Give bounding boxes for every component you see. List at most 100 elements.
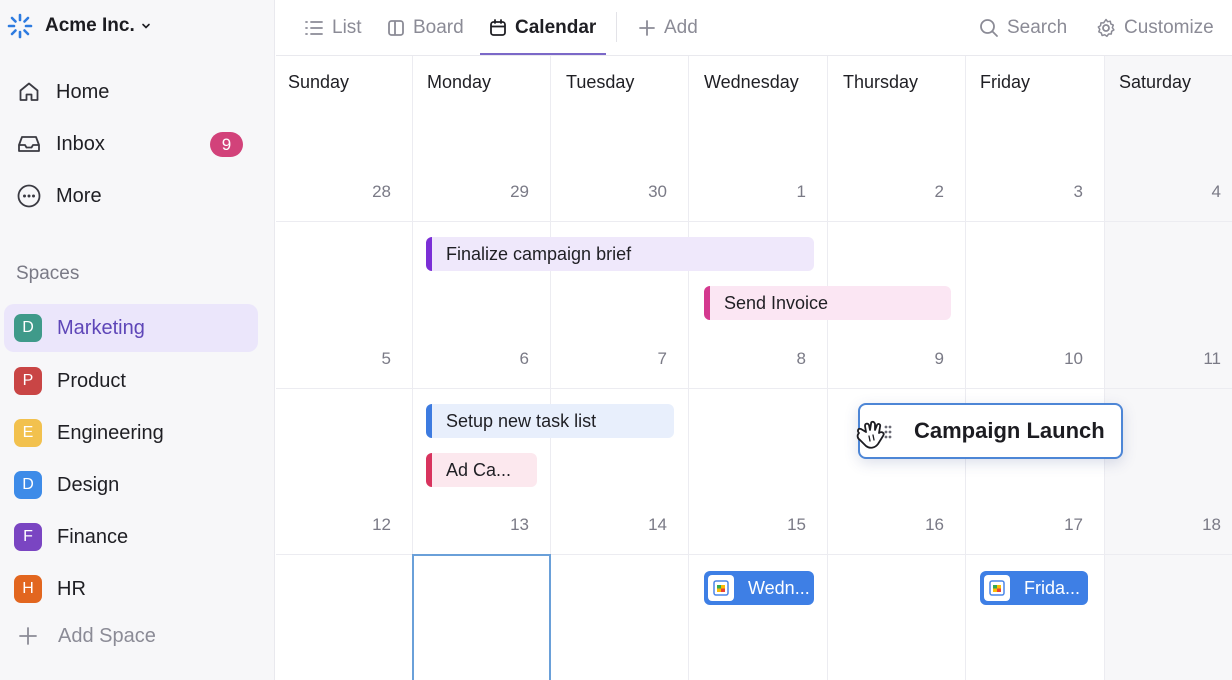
- nav-item-more[interactable]: More: [14, 176, 259, 216]
- add-view-label: Add: [664, 17, 698, 38]
- date-number[interactable]: 3: [1043, 182, 1083, 202]
- event-google-calendar-wednesday[interactable]: Wedn...: [704, 571, 814, 605]
- space-label: Finance: [57, 525, 129, 548]
- gear-icon: [1097, 18, 1115, 38]
- tab-board[interactable]: Board: [387, 0, 464, 56]
- date-number[interactable]: 28: [351, 182, 391, 202]
- date-number[interactable]: 29: [489, 182, 529, 202]
- google-calendar-icon: [984, 575, 1010, 601]
- date-number[interactable]: 30: [627, 182, 667, 202]
- day-header-tuesday: Tuesday: [566, 72, 635, 92]
- space-item-finance[interactable]: F Finance: [4, 513, 258, 561]
- date-number[interactable]: 11: [1181, 349, 1221, 369]
- grab-hand-cursor-icon: [856, 420, 892, 449]
- search-label: Search: [1007, 17, 1068, 38]
- date-number[interactable]: 13: [489, 515, 529, 535]
- event-finalize-campaign-brief[interactable]: Finalize campaign brief: [426, 237, 814, 271]
- calendar-grid: Sunday Monday Tuesday Wednesday Thursday…: [276, 56, 1232, 680]
- tab-list[interactable]: List: [304, 0, 362, 56]
- space-item-product[interactable]: P Product: [4, 357, 258, 405]
- event-title: Frida...: [1024, 577, 1081, 598]
- date-number[interactable]: 16: [904, 515, 944, 535]
- sidebar: Acme Inc. Home Inbox 9 More Spaces D Mar…: [0, 0, 275, 680]
- event-title: Finalize campaign brief: [446, 243, 632, 264]
- day-header-thursday: Thursday: [843, 72, 919, 92]
- tab-label: Calendar: [515, 17, 597, 38]
- date-number[interactable]: 14: [627, 515, 667, 535]
- grid-line: [827, 56, 828, 680]
- chevron-down-icon: [141, 23, 150, 29]
- nav-item-inbox[interactable]: Inbox 9: [14, 124, 259, 164]
- space-item-marketing[interactable]: D Marketing: [4, 304, 258, 352]
- search-button[interactable]: Search: [979, 0, 1067, 56]
- date-number[interactable]: 18: [1181, 515, 1221, 535]
- space-avatar: F: [14, 523, 42, 551]
- date-number[interactable]: 7: [627, 349, 667, 369]
- search-icon: [980, 19, 998, 37]
- space-avatar: E: [14, 419, 42, 447]
- nav-item-home[interactable]: Home: [14, 72, 259, 112]
- space-label: Marketing: [57, 316, 145, 339]
- space-label: Engineering: [57, 421, 164, 444]
- workspace-name: Acme Inc.: [45, 15, 135, 36]
- add-view-button[interactable]: Add: [638, 0, 698, 56]
- toolbar-divider: [616, 12, 617, 42]
- date-number[interactable]: 2: [904, 182, 944, 202]
- grid-line: [276, 221, 1232, 222]
- event-setup-new-task-list[interactable]: Setup new task list: [426, 404, 674, 438]
- workspace-switcher[interactable]: Acme Inc.: [0, 0, 275, 52]
- add-space-button[interactable]: Add Space: [16, 624, 156, 648]
- google-calendar-icon: [708, 575, 734, 601]
- day-header-wednesday: Wednesday: [704, 72, 799, 92]
- nav-item-label: More: [56, 184, 102, 207]
- event-title: Send Invoice: [724, 292, 829, 313]
- space-label: HR: [57, 577, 86, 600]
- event-color-bar: [426, 237, 432, 271]
- grid-line: [688, 56, 689, 680]
- date-number[interactable]: 15: [766, 515, 806, 535]
- date-number[interactable]: 10: [1043, 349, 1083, 369]
- tab-calendar[interactable]: Calendar: [489, 0, 596, 56]
- space-avatar: P: [14, 367, 42, 395]
- event-title: Ad Ca...: [446, 459, 512, 480]
- grid-line: [965, 56, 966, 680]
- grid-line: [276, 388, 1232, 389]
- nav-item-label: Inbox: [56, 132, 105, 155]
- date-number[interactable]: 12: [351, 515, 391, 535]
- space-item-design[interactable]: D Design: [4, 461, 258, 509]
- event-color-bar: [426, 453, 432, 487]
- inbox-count-badge: 9: [210, 132, 243, 157]
- space-label: Design: [57, 473, 120, 496]
- event-send-invoice[interactable]: Send Invoice: [704, 286, 951, 320]
- space-item-hr[interactable]: H HR: [4, 565, 258, 613]
- plus-icon: [639, 20, 655, 36]
- dragging-event-campaign-launch[interactable]: Campaign Launch: [856, 403, 1123, 459]
- plus-icon: [19, 627, 37, 645]
- date-number[interactable]: 6: [489, 349, 529, 369]
- tab-label: Board: [413, 17, 464, 38]
- customize-button[interactable]: Customize: [1096, 0, 1214, 56]
- date-number[interactable]: 1: [766, 182, 806, 202]
- event-google-calendar-friday[interactable]: Frida...: [980, 571, 1088, 605]
- day-header-friday: Friday: [980, 72, 1031, 92]
- date-number[interactable]: 17: [1043, 515, 1083, 535]
- space-avatar: H: [14, 575, 42, 603]
- date-number[interactable]: 8: [766, 349, 806, 369]
- inbox-icon: [14, 129, 44, 159]
- day-header-saturday: Saturday: [1119, 72, 1192, 92]
- date-number[interactable]: 5: [351, 349, 391, 369]
- nav-item-label: Home: [56, 80, 110, 103]
- day-header-monday: Monday: [427, 72, 492, 92]
- space-item-engineering[interactable]: E Engineering: [4, 409, 258, 457]
- event-title: Setup new task list: [446, 410, 597, 431]
- date-number[interactable]: 9: [904, 349, 944, 369]
- active-tab-indicator: [480, 53, 606, 55]
- date-number[interactable]: 4: [1181, 182, 1221, 202]
- space-avatar: D: [14, 471, 42, 499]
- event-ad-campaign[interactable]: Ad Ca...: [426, 453, 537, 487]
- selected-day-cell[interactable]: [412, 554, 551, 680]
- workspace-logo-icon: [7, 13, 33, 39]
- add-space-label: Add Space: [58, 624, 156, 647]
- tab-label: List: [332, 17, 362, 38]
- event-color-bar: [426, 404, 432, 438]
